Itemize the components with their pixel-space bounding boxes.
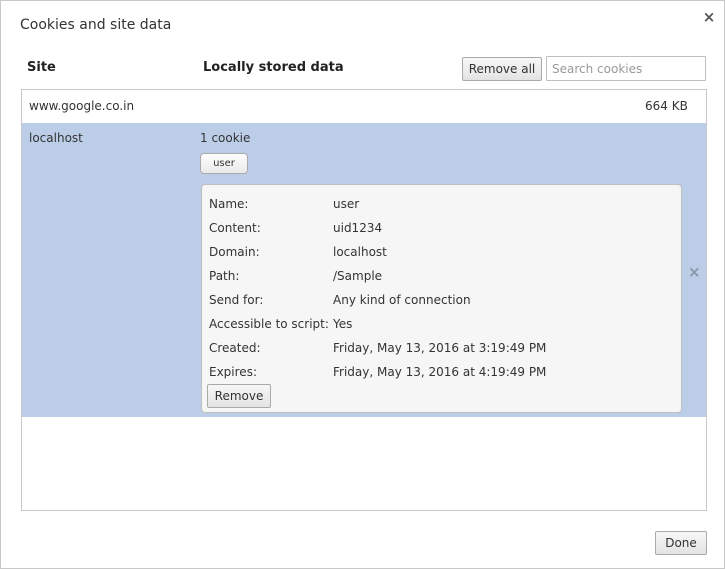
cookie-count: 1 cookie: [200, 131, 251, 145]
detail-row-domain: Domain: localhost: [209, 245, 669, 265]
remove-site-icon[interactable]: ×: [688, 263, 701, 281]
column-header-data: Locally stored data: [203, 60, 344, 75]
search-input[interactable]: [546, 56, 706, 81]
detail-key: Content:: [209, 221, 261, 235]
detail-key: Created:: [209, 341, 261, 355]
cookie-chip-user[interactable]: user: [200, 153, 248, 174]
detail-value: localhost: [333, 245, 387, 259]
site-name: localhost: [29, 131, 83, 145]
site-list: www.google.co.in 664 KB localhost 1 cook…: [21, 89, 707, 511]
detail-value: Friday, May 13, 2016 at 3:19:49 PM: [333, 341, 547, 355]
close-icon[interactable]: ×: [701, 9, 717, 25]
detail-key: Accessible to script:: [209, 317, 329, 331]
detail-value: Friday, May 13, 2016 at 4:19:49 PM: [333, 365, 547, 379]
storage-size: 664 KB: [645, 99, 688, 113]
detail-value: /Sample: [333, 269, 383, 283]
detail-value: uid1234: [333, 221, 383, 235]
detail-row-path: Path: /Sample: [209, 269, 669, 289]
cookies-dialog: Cookies and site data × Site Locally sto…: [0, 0, 725, 569]
cookie-detail-panel: Name: user Content: uid1234 Domain: loca…: [201, 184, 682, 413]
detail-value: Any kind of connection: [333, 293, 471, 307]
detail-key: Name:: [209, 197, 249, 211]
dialog-title: Cookies and site data: [20, 17, 172, 33]
detail-value: Yes: [333, 317, 353, 331]
site-row-selected[interactable]: localhost 1 cookie user × Name: user Con…: [22, 123, 706, 417]
remove-all-button[interactable]: Remove all: [462, 57, 542, 81]
column-header-site: Site: [27, 60, 56, 75]
site-row[interactable]: www.google.co.in 664 KB: [22, 90, 706, 122]
detail-value: user: [333, 197, 360, 211]
detail-key: Expires:: [209, 365, 257, 379]
done-button[interactable]: Done: [655, 531, 707, 555]
detail-row-send-for: Send for: Any kind of connection: [209, 293, 669, 313]
remove-cookie-button[interactable]: Remove: [207, 384, 271, 408]
site-name: www.google.co.in: [29, 99, 135, 113]
detail-key: Domain:: [209, 245, 260, 259]
detail-row-name: Name: user: [209, 197, 669, 217]
detail-row-content: Content: uid1234: [209, 221, 669, 241]
detail-row-created: Created: Friday, May 13, 2016 at 3:19:49…: [209, 341, 669, 361]
detail-row-accessible: Accessible to script: Yes: [209, 317, 669, 337]
detail-row-expires: Expires: Friday, May 13, 2016 at 4:19:49…: [209, 365, 669, 385]
detail-key: Path:: [209, 269, 240, 283]
detail-key: Send for:: [209, 293, 264, 307]
